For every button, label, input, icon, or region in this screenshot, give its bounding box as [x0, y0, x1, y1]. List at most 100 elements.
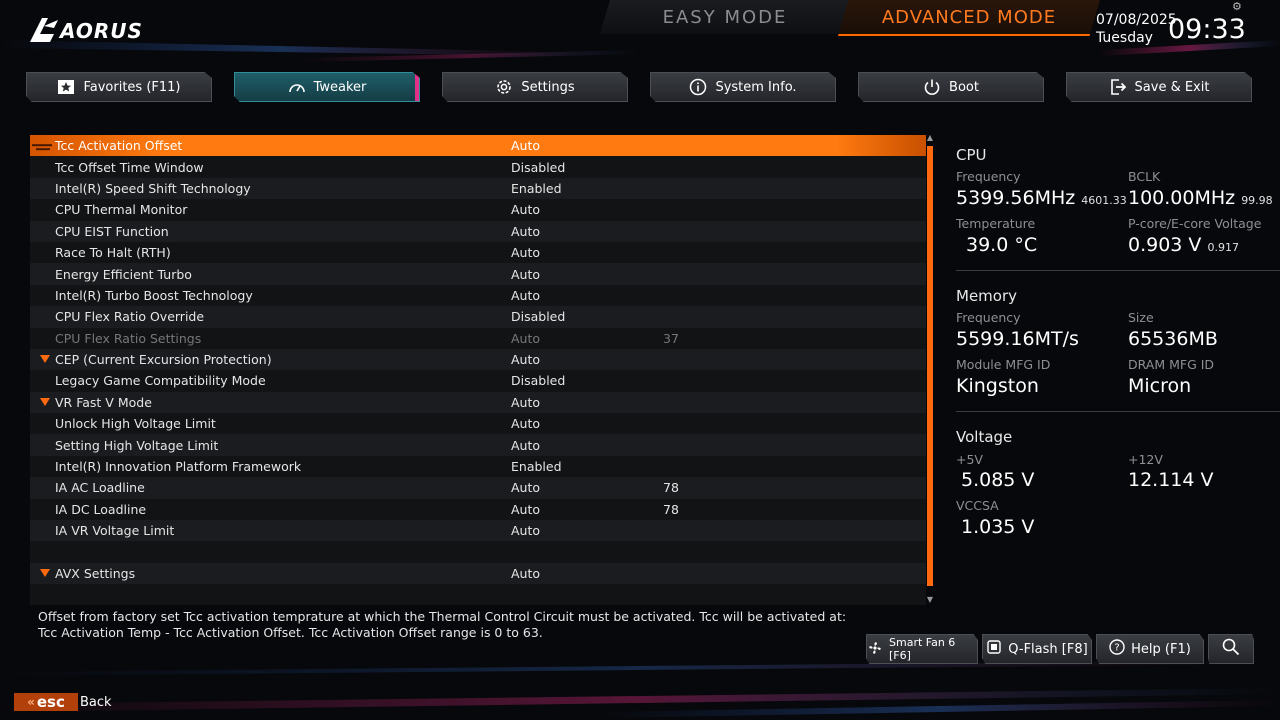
core-voltage-label: P-core/E-core Voltage	[1128, 216, 1262, 231]
advanced-mode-button[interactable]: ADVANCED MODE	[838, 0, 1100, 36]
bclk-sub: 99.98	[1241, 194, 1273, 207]
cpu-frequency-value: 5399.56MHz 4601.33	[956, 187, 1127, 209]
star-icon	[57, 78, 75, 96]
core-voltage-sub: 0.917	[1207, 241, 1239, 254]
power-icon	[923, 78, 941, 96]
settings-row[interactable]: Legacy Game Compatibility Mode Disabled	[30, 370, 926, 392]
settings-row[interactable]: AVX Settings Auto	[30, 562, 926, 585]
tab-label: Save & Exit	[1134, 79, 1210, 95]
setting-name: Intel(R) Speed Shift Technology	[55, 180, 251, 196]
settings-list: Tcc Activation Offset Auto Tcc Offset Time…	[30, 135, 926, 605]
cpu-frequency-sub: 4601.33	[1081, 194, 1127, 207]
settings-row[interactable]: Energy Efficient Turbo Auto	[30, 263, 926, 285]
tab-save-exit[interactable]: Save & Exit	[1066, 72, 1252, 102]
back-label: Back	[80, 695, 112, 710]
settings-row-selected[interactable]: Tcc Activation Offset Auto	[30, 135, 926, 157]
module-mfg-value: Kingston	[956, 375, 1039, 397]
scroll-up-icon[interactable]: ▲	[926, 134, 934, 142]
setting-value[interactable]: Disabled	[511, 309, 565, 324]
setting-name: Tcc Activation Offset	[55, 138, 183, 154]
settings-row[interactable]: IA AC Loadline Auto 78	[30, 477, 926, 499]
setting-value[interactable]: Auto	[511, 267, 540, 282]
setting-value[interactable]: Auto	[511, 138, 540, 153]
settings-row[interactable]: VR Fast V Mode Auto	[30, 391, 926, 414]
settings-row[interactable]: Unlock High Voltage Limit Auto	[30, 413, 926, 435]
double-chevron-left-icon: «	[27, 695, 35, 709]
cpu-temperature-label: Temperature	[956, 216, 1036, 231]
setting-value[interactable]: Auto	[511, 566, 540, 581]
help-button[interactable]: ? Help (F1)	[1096, 634, 1204, 664]
cpu-temperature-value: 39.0 °C	[966, 234, 1038, 256]
setting-value[interactable]: Auto	[511, 202, 540, 217]
easy-mode-button[interactable]: EASY MODE	[600, 0, 850, 34]
tab-label: Settings	[521, 79, 575, 95]
scrollbar-thumb[interactable]	[927, 146, 933, 586]
memory-size-value: 65536MB	[1128, 328, 1218, 350]
expand-arrow-icon[interactable]	[40, 397, 50, 406]
expand-arrow-icon[interactable]	[40, 354, 50, 363]
scroll-down-icon[interactable]: ▼	[926, 596, 934, 604]
setting-value[interactable]: Auto	[511, 331, 540, 346]
selection-stripes-icon	[32, 144, 52, 151]
q-flash-button[interactable]: Q-Flash [F8]	[982, 634, 1092, 664]
memory-frequency-value: 5599.16MT/s	[956, 328, 1079, 350]
smart-fan-button[interactable]: Smart Fan 6 [F6]	[866, 634, 978, 664]
setting-value[interactable]: Enabled	[511, 181, 562, 196]
settings-row[interactable]: CPU Flex Ratio Settings Auto 37	[30, 327, 926, 349]
divider	[956, 411, 1280, 412]
setting-name: CPU Thermal Monitor	[55, 202, 188, 218]
settings-row[interactable]: Race To Halt (RTH) Auto	[30, 241, 926, 264]
setting-name: Tcc Offset Time Window	[55, 159, 204, 175]
scrollbar[interactable]: ▲ ▼	[926, 134, 934, 606]
q-flash-label: Q-Flash [F8]	[1008, 641, 1088, 657]
tab-settings[interactable]: Settings	[442, 72, 628, 102]
settings-row[interactable]: Intel(R) Turbo Boost Technology Auto	[30, 284, 926, 307]
setting-value[interactable]: Auto	[511, 352, 540, 367]
settings-row[interactable]: IA VR Voltage Limit Auto	[30, 520, 926, 542]
setting-value[interactable]: Auto	[511, 480, 540, 495]
setting-name: IA VR Voltage Limit	[55, 523, 175, 539]
setting-name: CPU Flex Ratio Settings	[55, 330, 202, 346]
module-mfg-label: Module MFG ID	[956, 357, 1051, 372]
setting-value[interactable]: Enabled	[511, 459, 562, 474]
settings-row[interactable]: CPU EIST Function Auto	[30, 220, 926, 242]
setting-value[interactable]: Auto	[511, 523, 540, 538]
gear-icon	[495, 78, 513, 96]
settings-row[interactable]: IA DC Loadline Auto 78	[30, 498, 926, 521]
setting-value[interactable]: Disabled	[511, 160, 565, 175]
speedometer-icon	[288, 78, 306, 96]
expand-arrow-icon[interactable]	[40, 568, 50, 577]
v5-value: 5.085 V	[961, 469, 1035, 491]
tab-tweaker[interactable]: Tweaker	[234, 72, 420, 102]
settings-gear-icon[interactable]: ⚙	[1232, 0, 1244, 13]
settings-row[interactable]: CEP (Current Excursion Protection) Auto	[30, 348, 926, 371]
day-text: Tuesday	[1096, 30, 1153, 46]
setting-value[interactable]: Auto	[511, 224, 540, 239]
help-description: Offset from factory set Tcc activation t…	[38, 609, 847, 640]
esc-button[interactable]: « esc	[14, 693, 78, 711]
settings-row[interactable]: CPU Flex Ratio Override Disabled	[30, 306, 926, 328]
setting-value[interactable]: Auto	[511, 288, 540, 303]
setting-value[interactable]: Auto	[511, 395, 540, 410]
settings-row[interactable]: Intel(R) Innovation Platform Framework En…	[30, 455, 926, 478]
setting-value[interactable]: Auto	[511, 502, 540, 517]
tab-system-info[interactable]: System Info.	[650, 72, 836, 102]
settings-row[interactable]: Tcc Offset Time Window Disabled	[30, 156, 926, 178]
tab-favorites[interactable]: Favorites (F11)	[26, 72, 212, 102]
vccsa-label: VCCSA	[956, 498, 999, 513]
setting-value[interactable]: Disabled	[511, 373, 565, 388]
settings-row[interactable]: CPU Thermal Monitor Auto	[30, 199, 926, 221]
tab-boot[interactable]: Boot	[858, 72, 1044, 102]
settings-row	[30, 584, 926, 605]
setting-value[interactable]: Auto	[511, 438, 540, 453]
tab-label: Boot	[949, 79, 979, 95]
setting-value[interactable]: Auto	[511, 245, 540, 260]
search-button[interactable]	[1208, 634, 1254, 664]
settings-row[interactable]: Intel(R) Speed Shift Technology Enabled	[30, 177, 926, 200]
exit-icon	[1109, 78, 1127, 96]
tab-label: System Info.	[715, 79, 797, 95]
memory-frequency-label: Frequency	[956, 310, 1021, 325]
smart-fan-label: Smart Fan 6 [F6]	[889, 636, 956, 662]
settings-row[interactable]: Setting High Voltage Limit Auto	[30, 434, 926, 456]
setting-value[interactable]: Auto	[511, 416, 540, 431]
